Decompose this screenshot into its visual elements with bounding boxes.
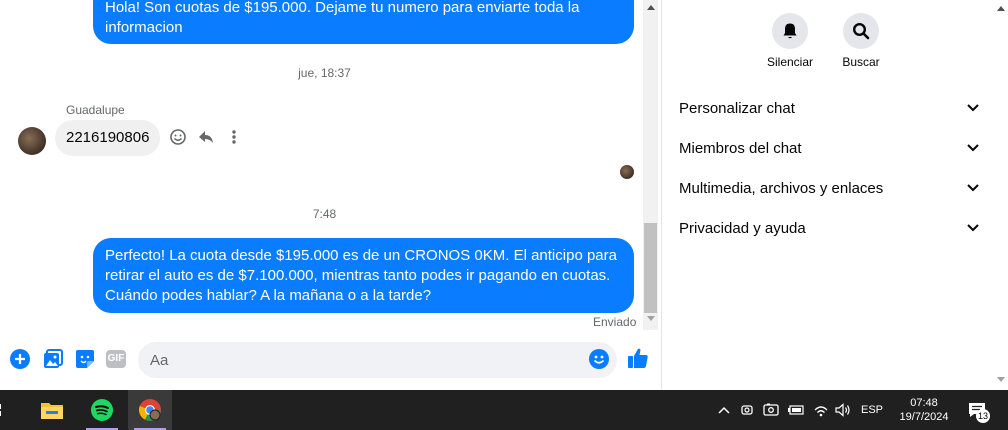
more-actions-button[interactable]	[9, 348, 31, 370]
section-label: Multimedia, archivos y enlaces	[679, 179, 884, 197]
clock-time: 07:48	[910, 397, 938, 409]
photo-icon	[44, 349, 63, 368]
windows-taskbar: ESP 07:48 19/7/2024 13	[0, 390, 1008, 430]
reply-icon	[199, 131, 213, 143]
chat-info-panel: Silenciar Buscar Personalizar chat Miemb…	[661, 0, 1008, 390]
plus-circle-icon	[10, 349, 30, 369]
emoji-icon	[589, 349, 609, 369]
chat-scrollbar[interactable]	[643, 0, 658, 330]
clock[interactable]: 07:48 19/7/2024	[893, 390, 955, 430]
section-customize-chat[interactable]: Personalizar chat	[679, 96, 979, 120]
task-view-icon[interactable]	[0, 390, 12, 430]
incoming-message[interactable]: 2216190806	[55, 120, 161, 156]
message-timestamp: jue, 18:37	[298, 66, 351, 80]
section-media-files-links[interactable]: Multimedia, archivos y enlaces	[679, 176, 979, 200]
reply-button[interactable]	[196, 127, 216, 147]
scroll-up-arrow-icon[interactable]	[997, 5, 1005, 11]
chevron-down-icon	[967, 184, 979, 192]
section-label: Miembros del chat	[679, 139, 802, 157]
volume-icon[interactable]	[834, 390, 852, 430]
section-label: Privacidad y ayuda	[679, 219, 806, 237]
show-hidden-icons-chevron-icon[interactable]	[714, 390, 734, 430]
gif-button[interactable]: GIF	[105, 348, 127, 370]
notification-count-badge: 13	[976, 409, 990, 423]
mute-label: Silenciar	[766, 55, 814, 69]
sender-name: Guadalupe	[66, 103, 125, 117]
screen-capture-tray-icon[interactable]	[762, 390, 780, 430]
chrome-icon[interactable]	[128, 390, 172, 430]
clock-date: 19/7/2024	[899, 411, 949, 423]
mute-button[interactable]	[772, 13, 808, 49]
gif-icon: GIF	[105, 350, 127, 368]
file-explorer-icon[interactable]	[30, 390, 74, 430]
battery-icon[interactable]	[786, 390, 806, 430]
thumbs-up-icon	[628, 348, 648, 368]
emoji-button[interactable]	[588, 348, 610, 370]
message-timestamp: 7:48	[312, 207, 337, 221]
bell-icon	[783, 23, 797, 39]
smile-icon	[170, 129, 186, 145]
chat-pane: Hola! Son cuotas de $195.000. Dejame tu …	[0, 0, 661, 390]
message-input[interactable]	[138, 342, 617, 378]
scroll-up-arrow-icon[interactable]	[643, 4, 658, 14]
section-privacy-help[interactable]: Privacidad y ayuda	[679, 216, 979, 240]
chevron-down-icon	[967, 224, 979, 232]
sent-status: Enviado	[593, 315, 637, 329]
section-chat-members[interactable]: Miembros del chat	[679, 136, 979, 160]
panel-scrollbar[interactable]	[993, 0, 1008, 390]
attach-photo-button[interactable]	[42, 348, 64, 370]
seen-indicator-avatar	[620, 165, 634, 179]
search-button[interactable]	[843, 13, 879, 49]
scroll-down-arrow-icon[interactable]	[643, 316, 658, 326]
avatar[interactable]	[18, 127, 46, 155]
chevron-down-icon	[967, 144, 979, 152]
outgoing-message[interactable]: Perfecto! La cuota desde $195.000 es de …	[93, 238, 634, 313]
chevron-down-icon	[967, 104, 979, 112]
spotify-icon[interactable]	[80, 390, 124, 430]
input-language[interactable]: ESP	[858, 390, 886, 430]
sticker-button[interactable]	[74, 348, 96, 370]
react-button[interactable]	[168, 127, 188, 147]
search-label: Buscar	[842, 55, 880, 69]
wifi-icon[interactable]	[812, 390, 830, 430]
message-composer: GIF	[0, 338, 661, 382]
more-vertical-icon	[232, 130, 236, 144]
scroll-thumb[interactable]	[644, 223, 657, 313]
sticker-icon	[76, 350, 94, 368]
search-icon	[852, 22, 870, 40]
outgoing-message[interactable]: Hola! Son cuotas de $195.000. Dejame tu …	[93, 0, 634, 44]
camera-tray-icon[interactable]	[738, 390, 756, 430]
scroll-down-arrow-icon[interactable]	[997, 377, 1005, 383]
notification-center-icon[interactable]: 13	[962, 390, 992, 430]
like-button[interactable]	[627, 347, 649, 369]
more-options-button[interactable]	[224, 127, 244, 147]
section-label: Personalizar chat	[679, 99, 795, 117]
